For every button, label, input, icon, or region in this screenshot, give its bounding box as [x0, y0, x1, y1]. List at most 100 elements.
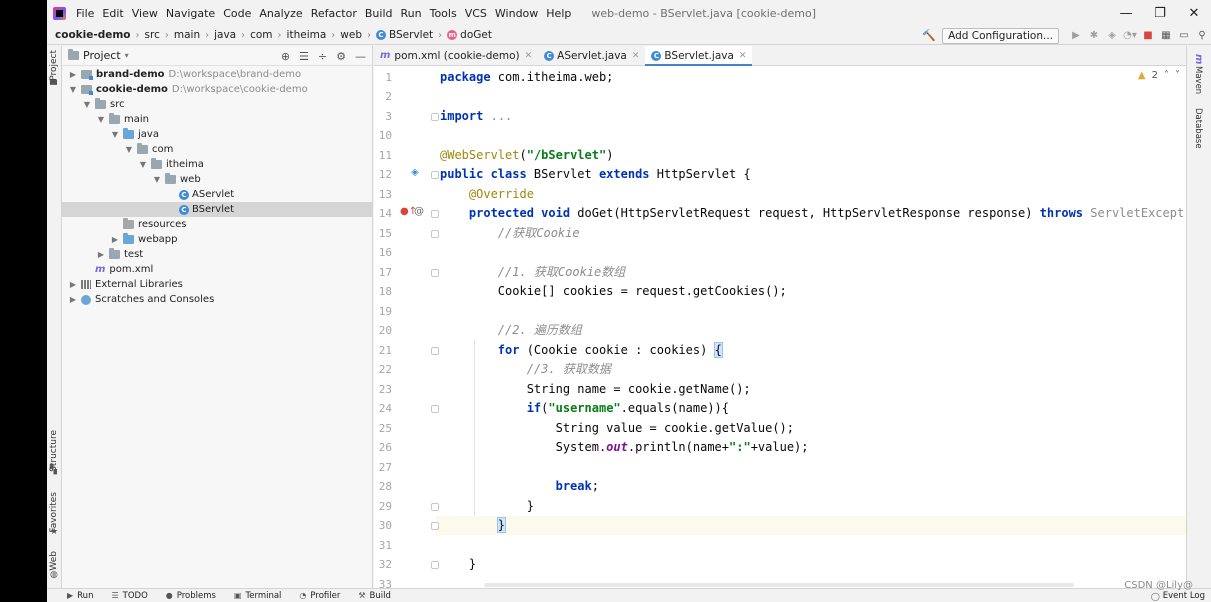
breadcrumb-item[interactable]: web — [340, 29, 362, 41]
restore-button[interactable]: ❐ — [1143, 0, 1177, 26]
breadcrumb-item[interactable]: m doGet — [447, 29, 492, 41]
menu-file[interactable]: File — [72, 7, 98, 20]
chevron-right-icon[interactable]: ▶ — [110, 235, 120, 244]
hide-icon[interactable]: — — [355, 50, 366, 63]
chevron-down-icon[interactable]: ▼ — [68, 85, 78, 94]
breadcrumb-item[interactable]: cookie-demo — [55, 29, 131, 41]
maven-tool-button[interactable]: Maven — [1193, 66, 1203, 94]
close-icon[interactable]: ✕ — [525, 51, 533, 61]
chevron-right-icon[interactable]: ▶ — [68, 280, 78, 289]
code-line[interactable]: //1. 获取Cookie数组 — [440, 263, 625, 283]
debug-icon[interactable]: ✱ — [1085, 28, 1103, 44]
menu-edit[interactable]: Edit — [98, 7, 127, 20]
database-tool-button[interactable]: Database — [1193, 108, 1203, 149]
expand-all-icon[interactable]: ☰ — [299, 50, 309, 63]
close-button[interactable]: ✕ — [1177, 0, 1211, 26]
menu-refactor[interactable]: Refactor — [307, 7, 361, 20]
code-line[interactable]: package com.itheima.web; — [440, 68, 613, 88]
chevron-down-icon[interactable]: ˅ — [1175, 70, 1180, 81]
menu-analyze[interactable]: Analyze — [255, 7, 306, 20]
menu-vcs[interactable]: VCS — [461, 7, 491, 20]
tree-item[interactable]: ▼ com — [62, 142, 373, 157]
code-line[interactable]: @Override — [440, 185, 534, 205]
code-line[interactable]: protected void doGet(HttpServletRequest … — [440, 204, 1184, 224]
inspection-widget[interactable]: ▲ 2 ˄ ˅ — [1138, 70, 1180, 81]
code-line[interactable]: @WebServlet("/bServlet") — [440, 146, 613, 166]
build-tool-button[interactable]: ⚒ Build — [358, 591, 391, 601]
code-line[interactable]: System.out.println(name+":"+value); — [440, 438, 809, 458]
code-line[interactable]: //2. 遍历数组 — [440, 321, 582, 341]
menu-navigate[interactable]: Navigate — [162, 7, 219, 20]
code-line[interactable]: } — [440, 516, 507, 536]
fold-icon[interactable] — [431, 522, 439, 530]
chevron-right-icon[interactable]: ▶ — [96, 250, 106, 259]
chevron-down-icon[interactable]: ▼ — [110, 130, 120, 139]
editor-tab[interactable]: m pom.xml (cookie-demo) ✕ — [374, 46, 538, 66]
annotation-gutter-icon[interactable]: @ — [414, 206, 424, 217]
code-line[interactable]: import ... — [440, 107, 512, 127]
chevron-down-icon[interactable]: ▼ — [82, 100, 92, 109]
code-line[interactable]: for (Cookie cookie : cookies) { — [440, 341, 723, 361]
menu-help[interactable]: Help — [542, 7, 575, 20]
tree-item[interactable]: C AServlet — [62, 187, 373, 202]
code-line[interactable]: Cookie[] cookies = request.getCookies(); — [440, 282, 787, 302]
project-structure-icon[interactable]: ▦ — [1157, 28, 1175, 44]
stop-icon[interactable]: ■ — [1139, 28, 1157, 44]
breadcrumb-item[interactable]: itheima — [287, 29, 327, 41]
fold-icon[interactable] — [431, 210, 439, 218]
tree-item[interactable]: m pom.xml — [62, 262, 373, 277]
code-editor[interactable]: 1 2 3 10 11 12 13 14 15 16 17 18 19 20 21 22 23 24 25 26 27 2… — [374, 66, 1188, 588]
close-icon[interactable]: ✕ — [632, 51, 640, 61]
profiler-tool-button[interactable]: ◔ Profiler — [299, 591, 340, 601]
run-icon[interactable]: ▶ — [1067, 28, 1085, 44]
tree-item[interactable]: ▼ main — [62, 112, 373, 127]
build-hammer-icon[interactable]: 🔨 — [922, 29, 936, 42]
tree-item[interactable]: ▼ web — [62, 172, 373, 187]
menu-view[interactable]: View — [128, 7, 162, 20]
profile-icon[interactable]: ◔▾ — [1121, 28, 1139, 44]
fold-icon[interactable] — [431, 405, 439, 413]
fold-icon[interactable] — [431, 229, 439, 238]
chevron-down-icon[interactable]: ▾ — [125, 51, 129, 60]
fold-icon[interactable] — [431, 171, 439, 179]
code-line[interactable]: //3. 获取数据 — [440, 360, 611, 380]
locate-icon[interactable]: ⊕ — [281, 50, 290, 63]
chevron-up-icon[interactable]: ˄ — [1164, 70, 1169, 81]
fold-icon[interactable] — [431, 561, 439, 569]
breadcrumb-item[interactable]: java — [214, 29, 236, 41]
toggle-toolbar-icon[interactable]: ▭ — [1175, 28, 1193, 44]
chevron-down-icon[interactable]: ▼ — [152, 175, 162, 184]
chevron-right-icon[interactable]: ▶ — [68, 70, 78, 79]
chevron-down-icon[interactable]: ▼ — [138, 160, 148, 169]
tree-item[interactable]: ▼ src — [62, 97, 373, 112]
editor-tab[interactable]: C AServlet.java ✕ — [538, 46, 645, 66]
code-line[interactable]: } — [440, 555, 476, 575]
terminal-tool-button[interactable]: ▣ Terminal — [234, 591, 281, 601]
code-line[interactable]: break; — [440, 477, 599, 497]
fold-icon[interactable] — [431, 112, 439, 121]
breadcrumb-item[interactable]: main — [174, 29, 200, 41]
menu-tools[interactable]: Tools — [426, 7, 461, 20]
breadcrumb-item[interactable]: C BServlet — [376, 29, 433, 41]
code-line[interactable]: } — [440, 497, 534, 517]
tree-item[interactable]: ▶ webapp — [62, 232, 373, 247]
breadcrumb-item[interactable]: src — [145, 29, 160, 41]
menu-window[interactable]: Window — [491, 7, 542, 20]
servlet-gutter-icon[interactable]: ◈ — [411, 167, 419, 178]
tree-item[interactable]: C BServlet — [62, 202, 373, 217]
add-configuration-button[interactable]: Add Configuration... — [942, 27, 1059, 44]
chevron-right-icon[interactable]: ▶ — [68, 295, 78, 304]
horizontal-scrollbar[interactable] — [484, 583, 1074, 587]
chevron-down-icon[interactable]: ▼ — [96, 115, 106, 124]
breadcrumb-item[interactable]: com — [250, 29, 272, 41]
code-line[interactable]: //获取Cookie — [440, 224, 580, 244]
problems-tool-button[interactable]: ● Problems — [166, 591, 216, 601]
web-tool-button[interactable]: Web — [49, 551, 59, 571]
tree-item[interactable]: ▼ cookie-demo D:\workspace\cookie-demo — [62, 82, 373, 97]
collapse-all-icon[interactable]: ÷ — [318, 50, 327, 63]
todo-tool-button[interactable]: ☰ TODO — [111, 591, 147, 601]
tree-item[interactable]: ▶ test — [62, 247, 373, 262]
code-line[interactable]: String name = cookie.getName(); — [440, 380, 751, 400]
search-icon[interactable]: ⚲ — [1193, 28, 1211, 44]
tree-item[interactable]: ▶ brand-demo D:\workspace\brand-demo — [62, 67, 373, 82]
